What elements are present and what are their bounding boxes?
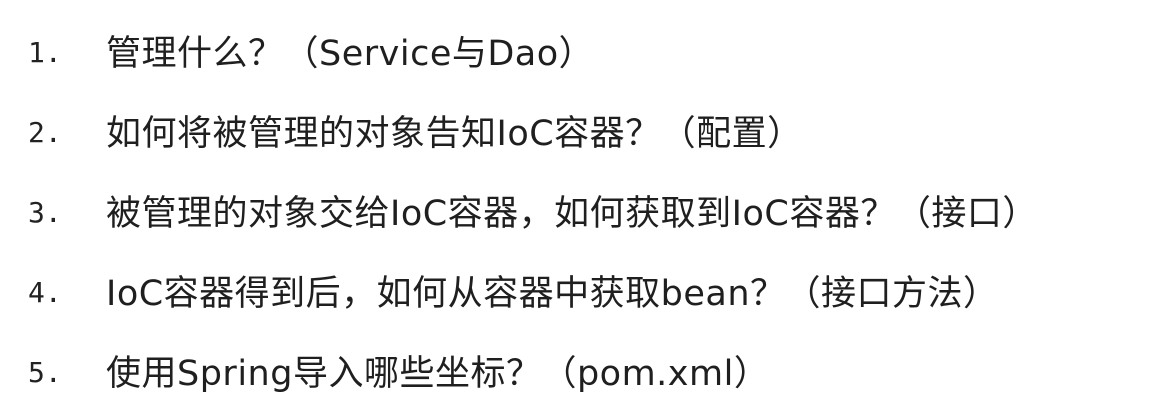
list-item: 3. 被管理的对象交给IoC容器，如何获取到IoC容器？（接口） <box>28 170 1148 250</box>
list-item-text: IoC容器得到后，如何从容器中获取bean？（接口方法） <box>106 273 999 314</box>
list-item-text: 如何将被管理的对象告知IoC容器？（配置） <box>106 113 803 154</box>
question-list: 1. 管理什么？（Service与Dao） 2. 如何将被管理的对象告知IoC容… <box>28 10 1148 410</box>
list-item: 4. IoC容器得到后，如何从容器中获取bean？（接口方法） <box>28 250 1148 330</box>
list-item-text: 使用Spring导入哪些坐标？（pom.xml） <box>106 353 770 394</box>
list-item-number: 2. <box>28 115 62 149</box>
list-item: 1. 管理什么？（Service与Dao） <box>28 10 1148 90</box>
list-item-number: 3. <box>28 195 62 229</box>
list-item-text: 被管理的对象交给IoC容器，如何获取到IoC容器？（接口） <box>106 193 1038 234</box>
list-item-number: 1. <box>28 35 62 69</box>
list-item-number: 4. <box>28 275 62 309</box>
slide: 1. 管理什么？（Service与Dao） 2. 如何将被管理的对象告知IoC容… <box>0 0 1156 416</box>
list-item: 2. 如何将被管理的对象告知IoC容器？（配置） <box>28 90 1148 170</box>
list-item: 5. 使用Spring导入哪些坐标？（pom.xml） <box>28 330 1148 410</box>
list-item-number: 5. <box>28 355 62 389</box>
list-item-text: 管理什么？（Service与Dao） <box>106 33 595 74</box>
